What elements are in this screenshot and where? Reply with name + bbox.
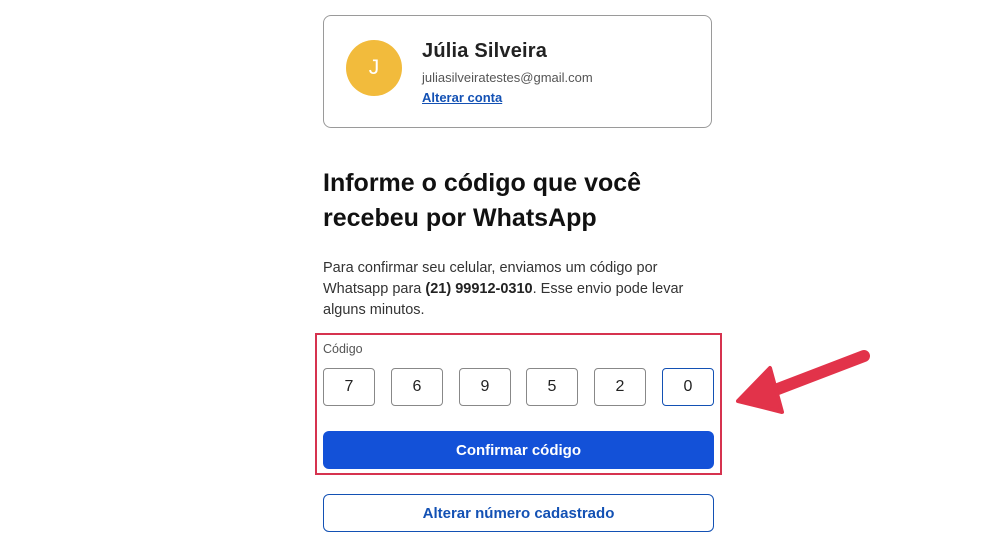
user-name: Júlia Silveira [422,40,548,62]
code-digit-1[interactable]: 7 [323,368,375,406]
change-account-link[interactable]: Alterar conta [422,90,502,105]
page: J Júlia Silveira juliasilveiratestes@gma… [0,0,984,547]
code-label: Código [323,342,363,356]
confirm-code-button[interactable]: Confirmar código [323,431,714,469]
phone-number: (21) 99912-0310 [425,281,533,297]
red-arrow-icon [736,350,870,414]
code-digit-4[interactable]: 5 [526,368,578,406]
page-title: Informe o código que você recebeu por Wh… [323,169,642,232]
user-email: juliasilveiratestes@gmail.com [422,70,593,85]
change-number-button[interactable]: Alterar número cadastrado [323,494,714,532]
code-digit-5[interactable]: 2 [594,368,646,406]
code-digit-3[interactable]: 9 [459,368,511,406]
account-card: J Júlia Silveira juliasilveiratestes@gma… [323,15,712,128]
code-digit-6[interactable]: 0 [662,368,714,406]
code-digit-2[interactable]: 6 [391,368,443,406]
avatar: J [346,40,402,96]
description: Para confirmar seu celular, enviamos um … [323,258,715,321]
